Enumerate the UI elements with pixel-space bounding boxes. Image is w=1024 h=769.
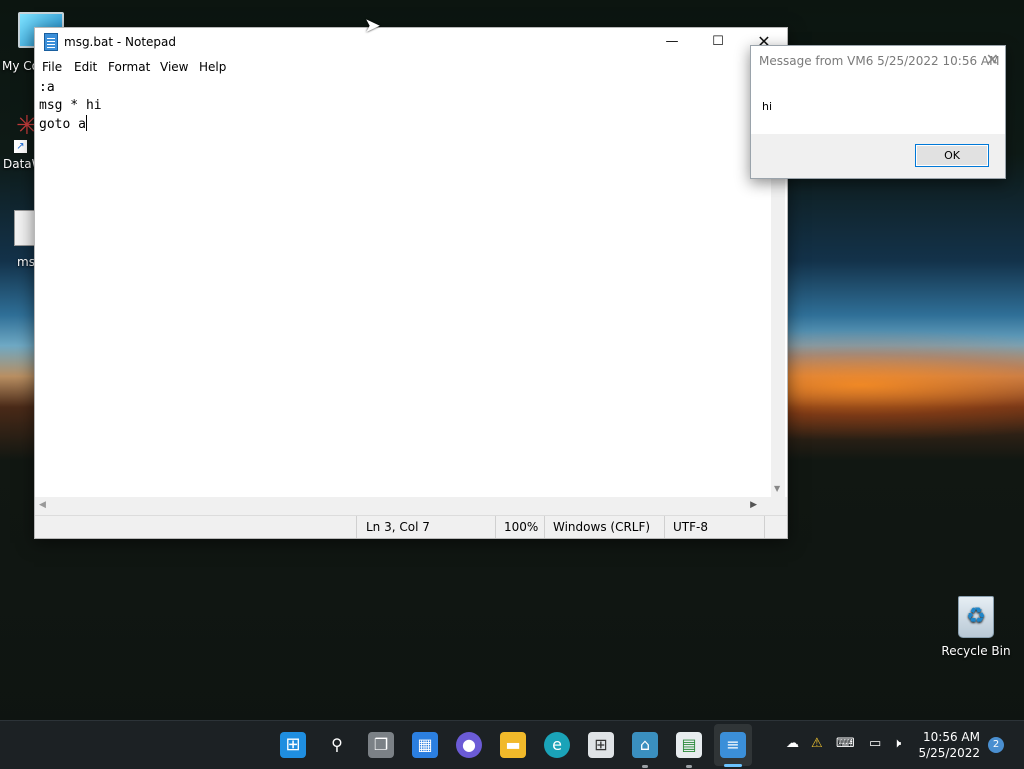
taskbar: ⊞ ⚲ ❐ ▦ ● ▬ e ⊞ ⌂ ▤ ≡ ☁ ⚠ ⌨ ▭ 🕨 10:56 AM… bbox=[0, 720, 1024, 769]
dialog-footer: OK bbox=[751, 134, 1005, 178]
horizontal-scrollbar[interactable]: ◀ ▶ bbox=[35, 497, 771, 515]
keyboard-icon[interactable]: ⌨ bbox=[836, 736, 855, 751]
menu-view[interactable]: View bbox=[160, 60, 188, 74]
status-separator bbox=[664, 516, 665, 538]
task-view-icon[interactable]: ❐ bbox=[368, 732, 394, 758]
start-icon[interactable]: ⊞ bbox=[280, 732, 306, 758]
mouse-pointer-icon: ➤ bbox=[364, 13, 381, 37]
scroll-corner bbox=[771, 497, 787, 515]
window-title: msg.bat - Notepad bbox=[64, 35, 177, 49]
menu-help[interactable]: Help bbox=[199, 60, 226, 74]
status-bar: Ln 3, Col 7 100% Windows (CRLF) UTF-8 bbox=[35, 515, 787, 538]
clock[interactable]: 10:56 AM 5/25/2022 bbox=[918, 729, 980, 761]
recycle-bin[interactable]: ♻ Recycle Bin bbox=[940, 596, 1012, 658]
scroll-right-icon[interactable]: ▶ bbox=[750, 500, 757, 510]
clock-date: 5/25/2022 bbox=[918, 746, 980, 760]
widgets-icon[interactable]: ▦ bbox=[412, 732, 438, 758]
notepad-window: msg.bat - Notepad — ☐ ✕ File Edit Format… bbox=[34, 27, 788, 539]
status-encoding: UTF-8 bbox=[673, 520, 708, 534]
search-icon[interactable]: ⚲ bbox=[324, 732, 350, 758]
menu-format[interactable]: Format bbox=[108, 60, 150, 74]
desktop-label-ms[interactable]: ms bbox=[17, 255, 35, 269]
network-app-icon[interactable]: ⌂ bbox=[632, 732, 658, 758]
edge-icon[interactable]: e bbox=[544, 732, 570, 758]
clock-time: 10:56 AM bbox=[923, 730, 980, 744]
status-zoom: 100% bbox=[504, 520, 539, 534]
security-warning-icon[interactable]: ⚠ bbox=[811, 736, 823, 751]
notepad-icon bbox=[44, 33, 58, 51]
ok-button[interactable]: OK bbox=[915, 144, 989, 167]
recycle-bin-icon: ♻ bbox=[958, 596, 994, 638]
chat-icon[interactable]: ● bbox=[456, 732, 482, 758]
menu-file[interactable]: File bbox=[42, 60, 62, 74]
editor-line: :a bbox=[39, 80, 55, 95]
maximize-button[interactable]: ☐ bbox=[695, 28, 741, 56]
status-separator bbox=[356, 516, 357, 538]
status-separator bbox=[544, 516, 545, 538]
volume-icon[interactable]: 🕨 bbox=[893, 736, 901, 751]
status-position: Ln 3, Col 7 bbox=[366, 520, 430, 534]
control-panel-icon[interactable]: ▤ bbox=[676, 732, 702, 758]
minimize-button[interactable]: — bbox=[649, 28, 695, 56]
text-cursor bbox=[85, 115, 87, 131]
message-dialog: Message from VM6 5/25/2022 10:56 AM ✕ hi… bbox=[750, 45, 1006, 179]
status-line-ending: Windows (CRLF) bbox=[553, 520, 651, 534]
menu-bar: File Edit Format View Help bbox=[35, 56, 787, 78]
network-icon[interactable]: ▭ bbox=[869, 736, 881, 751]
dialog-message: hi bbox=[762, 100, 773, 113]
editor-line-current: goto a bbox=[39, 115, 769, 134]
close-icon[interactable]: ✕ bbox=[986, 50, 999, 69]
file-explorer-icon[interactable]: ▬ bbox=[500, 732, 526, 758]
notification-badge[interactable]: 2 bbox=[988, 737, 1004, 753]
scroll-left-icon[interactable]: ◀ bbox=[39, 500, 46, 510]
cloud-offline-icon[interactable]: ☁ bbox=[786, 736, 799, 751]
active-indicator bbox=[724, 764, 742, 767]
text-editor[interactable]: :a msg * hi goto a bbox=[39, 79, 769, 497]
shortcut-arrow-icon: ↗ bbox=[14, 140, 27, 153]
title-bar[interactable]: msg.bat - Notepad — ☐ ✕ bbox=[35, 28, 787, 56]
editor-line: msg * hi bbox=[39, 98, 102, 113]
menu-edit[interactable]: Edit bbox=[74, 60, 97, 74]
dialog-title: Message from VM6 5/25/2022 10:56 AM bbox=[759, 54, 1000, 68]
scroll-down-icon[interactable]: ▼ bbox=[774, 484, 780, 493]
notepad-icon[interactable]: ≡ bbox=[720, 732, 746, 758]
recycle-bin-label: Recycle Bin bbox=[941, 644, 1011, 658]
status-separator bbox=[495, 516, 496, 538]
status-separator bbox=[764, 516, 765, 538]
editor-line-text: goto a bbox=[39, 117, 86, 132]
store-icon[interactable]: ⊞ bbox=[588, 732, 614, 758]
